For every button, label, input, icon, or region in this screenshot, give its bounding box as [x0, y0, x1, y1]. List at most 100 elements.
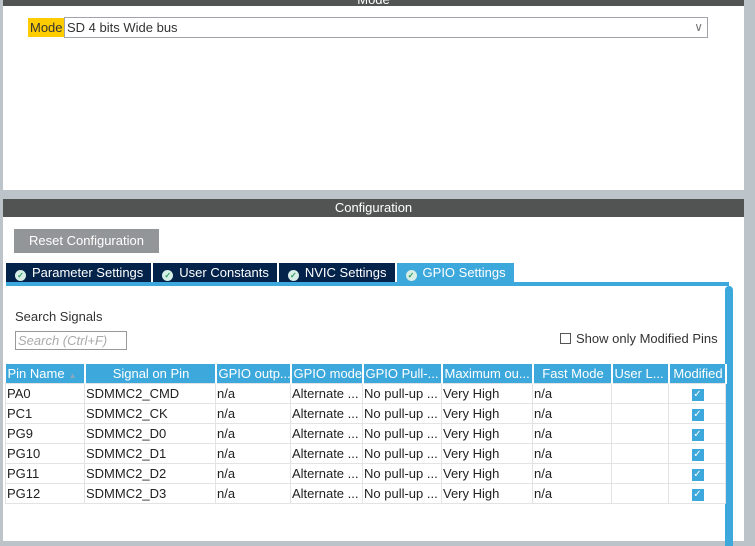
table-cell: Very High [441, 442, 533, 464]
mode-label: Mode [28, 18, 65, 37]
table-row[interactable]: PG12 SDMMC2_D3 n/a Alternate ... No pull-up … [5, 482, 726, 504]
table-cell: n/a [215, 382, 291, 404]
table-cell: Very High [441, 402, 533, 424]
table-cell [611, 462, 669, 484]
table-cell [611, 482, 669, 504]
table-row[interactable]: PC1 SDMMC2_CK n/a Alternate ... No pull-up .… [5, 402, 726, 424]
table-cell: PA0 [5, 382, 85, 404]
checkbox-icon [560, 333, 571, 344]
table-cell: Alternate ... [290, 402, 363, 424]
table-row[interactable]: PA0 SDMMC2_CMD n/a Alternate ... No pull-up … [5, 382, 726, 404]
table-cell: PC1 [5, 402, 85, 424]
table-cell: Very High [441, 482, 533, 504]
tab-label: Parameter Settings [32, 265, 144, 280]
check-circle-icon: ✓ [162, 270, 174, 281]
table-cell: n/a [532, 402, 612, 424]
modified-checkbox-icon[interactable]: ✓ [691, 389, 704, 401]
search-signals-label: Search Signals [15, 309, 103, 324]
gpio-table: Pin Name ▲ Signal on Pin GPIO outp... GPIO m… [5, 364, 727, 504]
tab-bar: ✓ Parameter Settings ✓ User Constants ✓ NVI… [6, 263, 516, 283]
tab-label: NVIC Settings [304, 265, 387, 280]
modified-checkbox-icon[interactable]: ✓ [691, 469, 704, 481]
column-header-label: Modified [673, 365, 723, 381]
show-modified-checkbox[interactable]: Show only Modified Pins [560, 331, 718, 346]
table-cell: Alternate ... [290, 382, 363, 404]
table-cell: ✓ [668, 482, 726, 504]
table-cell: ✓ [668, 462, 726, 484]
table-cell: SDMMC2_D0 [84, 422, 216, 444]
table-cell: n/a [215, 422, 291, 444]
table-cell: Very High [441, 462, 533, 484]
column-header[interactable]: User L... [611, 364, 670, 383]
column-header[interactable]: GPIO mode [290, 364, 364, 383]
table-cell: Alternate ... [290, 442, 363, 464]
show-modified-label: Show only Modified Pins [576, 331, 718, 346]
mode-value: SD 4 bits Wide bus [67, 20, 178, 35]
table-cell: No pull-up ... [362, 482, 442, 504]
column-header-label: User L... [614, 365, 664, 381]
table-cell: Alternate ... [290, 482, 363, 504]
table-cell [611, 402, 669, 424]
column-header[interactable]: GPIO outp... [215, 364, 292, 383]
table-cell: n/a [215, 402, 291, 424]
column-header[interactable]: Signal on Pin [84, 364, 217, 383]
column-header[interactable]: Modified [668, 364, 727, 383]
table-cell: No pull-up ... [362, 402, 442, 424]
table-row[interactable]: PG10 SDMMC2_D1 n/a Alternate ... No pull-up … [5, 442, 726, 464]
column-header-label: Pin Name [7, 365, 65, 381]
column-header[interactable]: Pin Name ▲ [5, 364, 86, 383]
tab-label: User Constants [179, 265, 269, 280]
tab-parameter-settings[interactable]: ✓ Parameter Settings [6, 263, 152, 283]
table-cell: SDMMC2_D3 [84, 482, 216, 504]
chevron-down-icon: ∨ [694, 20, 703, 34]
modified-checkbox-icon[interactable]: ✓ [691, 449, 704, 461]
table-cell: No pull-up ... [362, 382, 442, 404]
column-header-label: GPIO mode [293, 365, 363, 381]
table-cell: n/a [215, 442, 291, 464]
table-cell [611, 382, 669, 404]
column-header-label: GPIO outp... [218, 365, 291, 381]
tab-nvic-settings[interactable]: ✓ NVIC Settings [278, 263, 395, 283]
table-cell: SDMMC2_D2 [84, 462, 216, 484]
table-cell: ✓ [668, 402, 726, 424]
table-cell: Alternate ... [290, 462, 363, 484]
table-row[interactable]: PG9 SDMMC2_D0 n/a Alternate ... No pull-up .… [5, 422, 726, 444]
table-cell: PG12 [5, 482, 85, 504]
column-header[interactable]: Maximum ou... [441, 364, 534, 383]
table-cell: PG11 [5, 462, 85, 484]
table-cell: ✓ [668, 382, 726, 404]
column-header-label: GPIO Pull-... [365, 365, 439, 381]
column-header-label: Signal on Pin [112, 365, 190, 381]
table-cell: PG10 [5, 442, 85, 464]
table-cell: n/a [532, 482, 612, 504]
table-cell: n/a [532, 422, 612, 444]
tab-gpio-settings[interactable]: ✓ GPIO Settings [396, 263, 514, 283]
table-cell: No pull-up ... [362, 462, 442, 484]
column-header[interactable]: GPIO Pull-... [362, 364, 443, 383]
table-cell: Alternate ... [290, 422, 363, 444]
table-cell: ✓ [668, 442, 726, 464]
tab-underline [6, 282, 729, 286]
table-cell: n/a [215, 462, 291, 484]
tab-label: GPIO Settings [422, 265, 506, 280]
table-cell [611, 422, 669, 444]
search-input[interactable] [15, 331, 127, 350]
table-cell: n/a [215, 482, 291, 504]
column-header-label: Fast Mode [542, 365, 604, 381]
mode-header: Mode [3, 0, 744, 6]
mode-panel: Mode Mode SD 4 bits Wide bus ∨ [3, 0, 744, 190]
check-circle-icon: ✓ [405, 270, 417, 281]
table-cell: ✓ [668, 422, 726, 444]
table-cell: Very High [441, 422, 533, 444]
tab-user-constants[interactable]: ✓ User Constants [153, 263, 277, 283]
mode-select[interactable]: SD 4 bits Wide bus ∨ [64, 17, 708, 38]
table-cell: SDMMC2_D1 [84, 442, 216, 464]
column-header[interactable]: Fast Mode [532, 364, 613, 383]
table-row[interactable]: PG11 SDMMC2_D2 n/a Alternate ... No pull-up … [5, 462, 726, 484]
check-circle-icon: ✓ [15, 270, 26, 281]
modified-checkbox-icon[interactable]: ✓ [691, 409, 704, 421]
reset-configuration-button[interactable]: Reset Configuration [14, 229, 159, 253]
table-cell [611, 442, 669, 464]
modified-checkbox-icon[interactable]: ✓ [691, 429, 704, 441]
modified-checkbox-icon[interactable]: ✓ [691, 489, 704, 501]
